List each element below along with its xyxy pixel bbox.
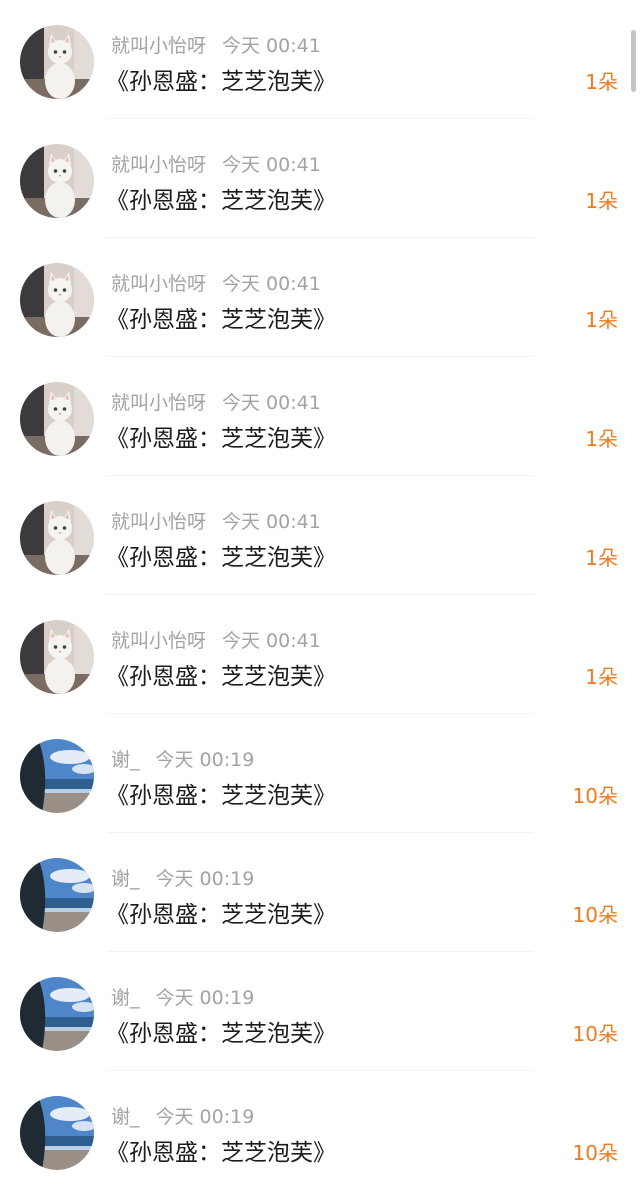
- flower-count: 10朵: [572, 784, 618, 808]
- username[interactable]: 谢_: [111, 987, 140, 1009]
- timestamp: 今天 00:41: [222, 273, 321, 295]
- list-item[interactable]: 就叫小怡呀 今天 00:41 《孙恩盛：芝芝泡芙》 1朵: [0, 0, 640, 119]
- timestamp: 今天 00:19: [155, 868, 255, 890]
- timestamp: 今天 00:41: [222, 511, 321, 533]
- comment-list: 就叫小怡呀 今天 00:41 《孙恩盛：芝芝泡芙》 1朵 就叫小怡呀 今天 00…: [0, 0, 640, 1190]
- timestamp: 今天 00:41: [222, 392, 321, 414]
- avatar[interactable]: [20, 382, 94, 456]
- list-item[interactable]: 谢_ 今天 00:19 《孙恩盛：芝芝泡芙》 10朵: [0, 1071, 640, 1190]
- flower-count: 1朵: [585, 308, 618, 332]
- timestamp: 今天 00:19: [155, 1106, 255, 1128]
- comment-text: 《孙恩盛：芝芝泡芙》: [106, 1140, 336, 1166]
- avatar[interactable]: [20, 739, 94, 813]
- list-item[interactable]: 就叫小怡呀 今天 00:41 《孙恩盛：芝芝泡芙》 1朵: [0, 238, 640, 357]
- username[interactable]: 就叫小怡呀: [111, 630, 206, 652]
- flower-count: 1朵: [585, 70, 618, 94]
- avatar[interactable]: [20, 1096, 94, 1170]
- username[interactable]: 谢_: [111, 1106, 140, 1128]
- seaside-avatar-icon: [20, 739, 94, 813]
- flower-count: 10朵: [572, 903, 618, 927]
- comment-meta: 就叫小怡呀 今天 00:41: [111, 150, 321, 177]
- comment-meta: 就叫小怡呀 今天 00:41: [111, 507, 321, 534]
- flower-count: 1朵: [585, 427, 618, 451]
- username[interactable]: 就叫小怡呀: [111, 35, 206, 57]
- comment-text: 《孙恩盛：芝芝泡芙》: [106, 426, 336, 452]
- scrollbar[interactable]: [631, 30, 636, 92]
- white-cat-avatar-icon: [20, 263, 94, 337]
- seaside-avatar-icon: [20, 1096, 94, 1170]
- username[interactable]: 谢_: [111, 749, 140, 771]
- white-cat-avatar-icon: [20, 620, 94, 694]
- list-item[interactable]: 就叫小怡呀 今天 00:41 《孙恩盛：芝芝泡芙》 1朵: [0, 357, 640, 476]
- avatar[interactable]: [20, 620, 94, 694]
- comment-text: 《孙恩盛：芝芝泡芙》: [106, 902, 336, 928]
- comment-meta: 谢_ 今天 00:19: [111, 1102, 254, 1129]
- username[interactable]: 就叫小怡呀: [111, 392, 206, 414]
- comment-text: 《孙恩盛：芝芝泡芙》: [106, 307, 336, 333]
- timestamp: 今天 00:41: [222, 154, 321, 176]
- seaside-avatar-icon: [20, 977, 94, 1051]
- comment-meta: 就叫小怡呀 今天 00:41: [111, 388, 321, 415]
- white-cat-avatar-icon: [20, 144, 94, 218]
- avatar[interactable]: [20, 25, 94, 99]
- white-cat-avatar-icon: [20, 25, 94, 99]
- comment-text: 《孙恩盛：芝芝泡芙》: [106, 545, 336, 571]
- avatar[interactable]: [20, 263, 94, 337]
- avatar[interactable]: [20, 858, 94, 932]
- comment-meta: 谢_ 今天 00:19: [111, 864, 254, 891]
- username[interactable]: 就叫小怡呀: [111, 273, 206, 295]
- avatar[interactable]: [20, 977, 94, 1051]
- white-cat-avatar-icon: [20, 501, 94, 575]
- username[interactable]: 就叫小怡呀: [111, 511, 206, 533]
- flower-count: 1朵: [585, 546, 618, 570]
- flower-count: 1朵: [585, 189, 618, 213]
- comment-text: 《孙恩盛：芝芝泡芙》: [106, 69, 336, 95]
- list-item[interactable]: 就叫小怡呀 今天 00:41 《孙恩盛：芝芝泡芙》 1朵: [0, 119, 640, 238]
- comment-meta: 就叫小怡呀 今天 00:41: [111, 626, 321, 653]
- comment-text: 《孙恩盛：芝芝泡芙》: [106, 1021, 336, 1047]
- list-item[interactable]: 就叫小怡呀 今天 00:41 《孙恩盛：芝芝泡芙》 1朵: [0, 476, 640, 595]
- avatar[interactable]: [20, 501, 94, 575]
- list-item[interactable]: 谢_ 今天 00:19 《孙恩盛：芝芝泡芙》 10朵: [0, 833, 640, 952]
- flower-count: 10朵: [572, 1022, 618, 1046]
- timestamp: 今天 00:19: [155, 987, 255, 1009]
- timestamp: 今天 00:41: [222, 35, 321, 57]
- comment-meta: 谢_ 今天 00:19: [111, 745, 254, 772]
- list-item[interactable]: 就叫小怡呀 今天 00:41 《孙恩盛：芝芝泡芙》 1朵: [0, 595, 640, 714]
- username[interactable]: 谢_: [111, 868, 140, 890]
- list-item[interactable]: 谢_ 今天 00:19 《孙恩盛：芝芝泡芙》 10朵: [0, 952, 640, 1071]
- timestamp: 今天 00:41: [222, 630, 321, 652]
- comment-text: 《孙恩盛：芝芝泡芙》: [106, 783, 336, 809]
- flower-count: 10朵: [572, 1141, 618, 1165]
- comment-text: 《孙恩盛：芝芝泡芙》: [106, 188, 336, 214]
- username[interactable]: 就叫小怡呀: [111, 154, 206, 176]
- comment-meta: 就叫小怡呀 今天 00:41: [111, 269, 321, 296]
- comment-text: 《孙恩盛：芝芝泡芙》: [106, 664, 336, 690]
- comment-meta: 就叫小怡呀 今天 00:41: [111, 31, 321, 58]
- avatar[interactable]: [20, 144, 94, 218]
- white-cat-avatar-icon: [20, 382, 94, 456]
- seaside-avatar-icon: [20, 858, 94, 932]
- timestamp: 今天 00:19: [155, 749, 255, 771]
- list-item[interactable]: 谢_ 今天 00:19 《孙恩盛：芝芝泡芙》 10朵: [0, 714, 640, 833]
- flower-count: 1朵: [585, 665, 618, 689]
- comment-meta: 谢_ 今天 00:19: [111, 983, 254, 1010]
